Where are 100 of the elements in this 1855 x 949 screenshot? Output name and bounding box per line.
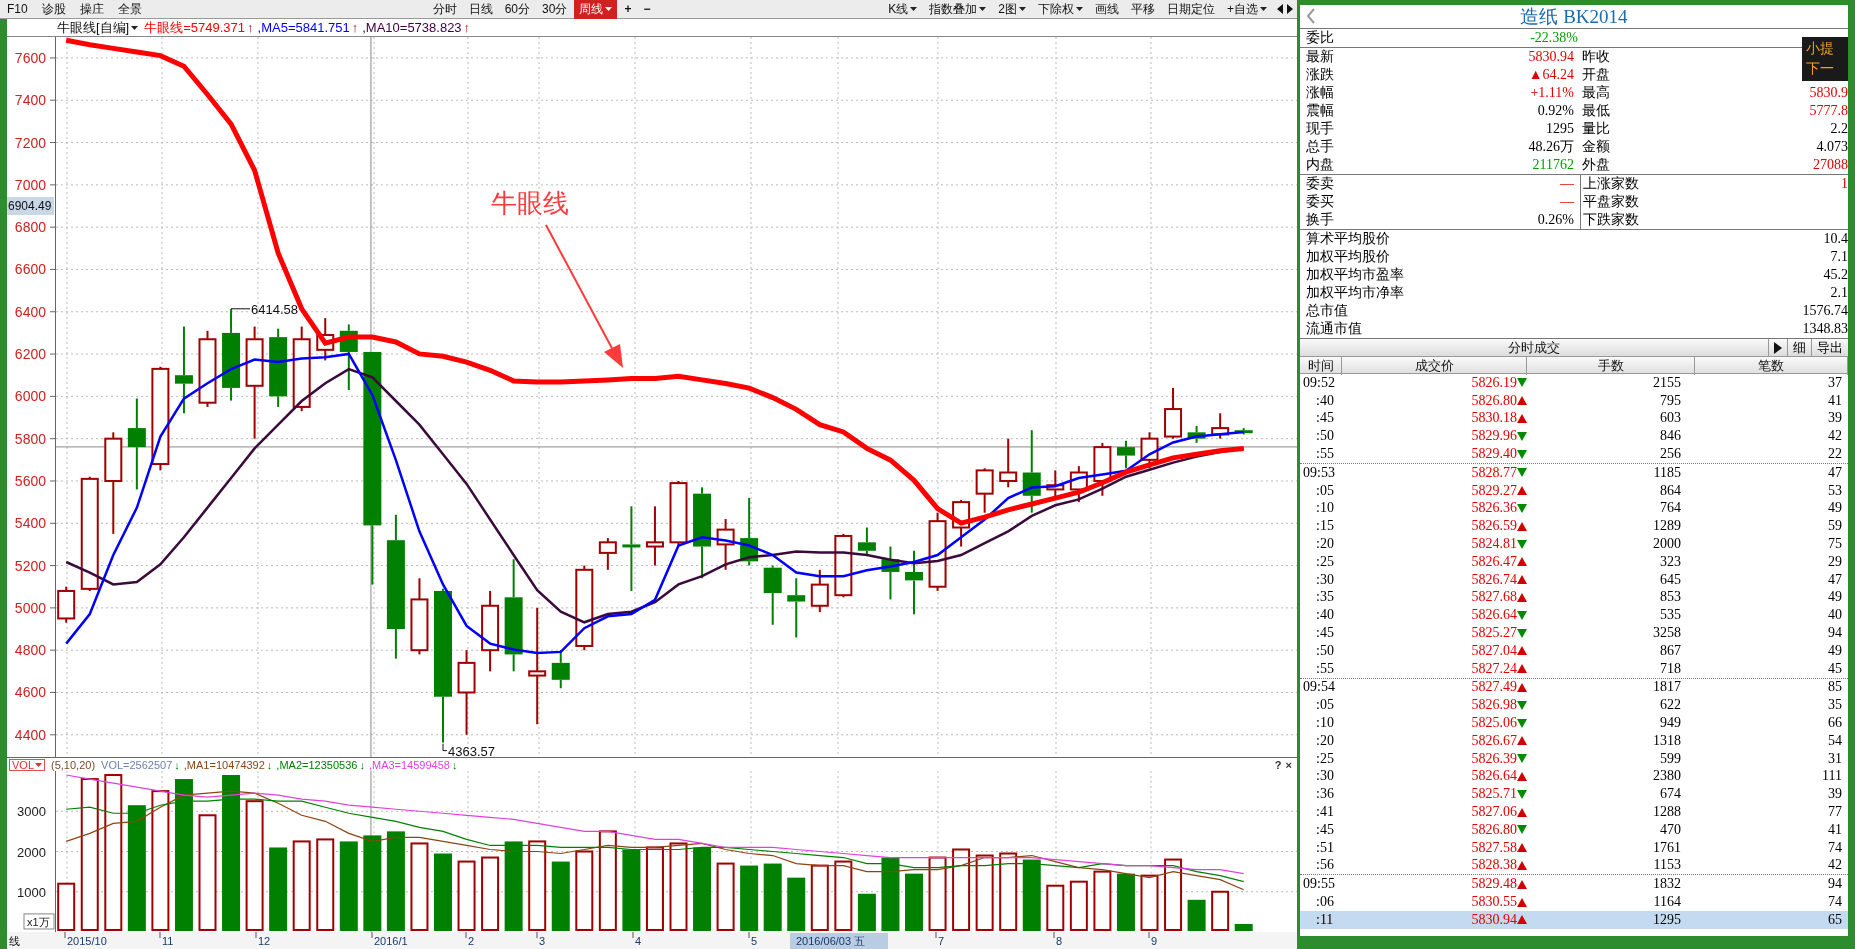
close-button[interactable]: × — [1284, 758, 1293, 771]
trade-price: 5827.68 — [1471, 589, 1517, 606]
quote-value: 1295 — [1546, 121, 1574, 137]
trade-row[interactable]: :55 5827.24 718 45 — [1300, 659, 1848, 678]
stat-label: 加权平均市盈率 — [1306, 266, 1404, 284]
trade-row[interactable]: :25 5826.47 323 29 — [1300, 552, 1848, 571]
trade-volume: 256 — [1659, 446, 1682, 463]
toolbar-button[interactable]: 指数叠加 — [924, 0, 992, 19]
trade-row[interactable]: :40 5826.64 535 40 — [1300, 606, 1848, 625]
trade-row[interactable]: :51 5827.58 1761 74 — [1300, 838, 1848, 857]
trade-row[interactable]: :45 5825.27 3258 94 — [1300, 624, 1848, 642]
help-button[interactable]: ? — [1273, 758, 1283, 771]
toolbar-button[interactable]: 画线 — [1090, 0, 1124, 19]
trade-row[interactable]: :10 5825.06 949 66 — [1300, 714, 1848, 732]
quote-label: 上涨家数 — [1583, 175, 1639, 193]
toolbar-button[interactable]: 日期定位 — [1162, 0, 1220, 19]
trade-row[interactable]: :20 5824.81 2000 75 — [1300, 535, 1848, 553]
toolbar-button[interactable]: 2图 — [993, 0, 1031, 19]
trade-row[interactable]: :11 5830.94 1295 65 — [1300, 910, 1848, 929]
scroll-arrows-icon[interactable] — [1277, 4, 1293, 14]
zoom-button[interactable]: − — [638, 1, 656, 17]
trade-row[interactable]: :56 5828.38 1153 42 — [1300, 856, 1848, 875]
trade-row[interactable]: 09:53 5828.77 1185 47 — [1300, 464, 1848, 482]
trade-time: :45 — [1315, 821, 1335, 838]
trade-row[interactable]: :06 5830.55 1164 74 — [1300, 893, 1848, 911]
quote-label: 金额 — [1582, 138, 1610, 156]
menu-item[interactable]: 诊股 — [34, 0, 73, 18]
trade-row[interactable]: :50 5829.96 846 42 — [1300, 427, 1848, 446]
trade-row[interactable]: :45 5830.18 603 39 — [1300, 409, 1848, 428]
trade-row[interactable]: :40 5826.80 795 41 — [1300, 391, 1848, 410]
previous-button[interactable] — [1306, 8, 1316, 24]
indicator-selector[interactable]: 牛眼线[自编] — [55, 18, 145, 37]
menu-item[interactable]: 全景 — [110, 0, 149, 18]
trade-price: 5827.24 — [1471, 660, 1517, 677]
toolbar-button[interactable]: 下除权 — [1033, 0, 1088, 19]
trade-time: 09:55 — [1302, 876, 1336, 893]
quote-label: 总手 — [1306, 138, 1334, 156]
trade-count: 40 — [1827, 607, 1843, 624]
date-cursor-label: 2016/06/03 五 — [790, 933, 888, 949]
indicator-value: ,MA10=5738.823 — [362, 20, 463, 35]
trade-time: :51 — [1315, 839, 1335, 856]
trade-price: 5826.98 — [1471, 697, 1517, 714]
menu-item[interactable]: 操庄 — [72, 0, 111, 18]
trade-count: 35 — [1827, 697, 1843, 714]
trade-row[interactable]: :36 5825.71 674 39 — [1300, 785, 1848, 804]
trade-row[interactable]: :05 5826.98 622 35 — [1300, 696, 1848, 715]
trade-volume: 1295 — [1652, 911, 1682, 928]
trade-row[interactable]: :50 5827.04 867 49 — [1300, 641, 1848, 660]
trade-row[interactable]: :15 5826.59 1289 59 — [1300, 517, 1848, 536]
toolbar-button[interactable]: +自选 — [1222, 0, 1272, 19]
trade-row[interactable]: :30 5826.64 2380 111 — [1300, 767, 1848, 786]
quote-value: 5830.9 — [1809, 85, 1848, 101]
period-tab[interactable]: 60分 — [499, 0, 536, 19]
trade-row[interactable]: :20 5826.67 1318 54 — [1300, 731, 1848, 750]
trade-volume: 1288 — [1652, 804, 1682, 820]
indicator-selector[interactable]: VOL — [9, 758, 45, 771]
trades-button[interactable]: 导出 — [1811, 339, 1848, 356]
trade-price: 5826.59 — [1471, 518, 1517, 535]
trade-row[interactable]: 09:54 5827.49 1817 85 — [1300, 678, 1848, 697]
trade-time: :20 — [1315, 536, 1335, 553]
trade-row[interactable]: :10 5826.36 764 49 — [1300, 499, 1848, 518]
trade-row[interactable]: :05 5829.27 864 53 — [1300, 481, 1848, 500]
zoom-button[interactable]: + — [619, 1, 637, 17]
trade-count: 85 — [1827, 679, 1843, 696]
trade-row[interactable]: 09:52 5826.19 2155 37 — [1300, 374, 1848, 392]
trade-time: :45 — [1315, 625, 1335, 642]
trade-volume: 2000 — [1652, 536, 1682, 553]
stat-value: 1576.74 — [1802, 303, 1848, 319]
price-axis-label: 6600 — [14, 261, 46, 278]
price-axis-label: 5200 — [14, 557, 46, 574]
trade-row[interactable]: :30 5826.74 645 47 — [1300, 570, 1848, 589]
trade-row[interactable]: :45 5826.80 470 41 — [1300, 820, 1848, 839]
trade-price: 5829.48 — [1471, 876, 1517, 893]
trade-row[interactable]: 09:55 5829.48 1832 94 — [1300, 875, 1848, 894]
menu-item[interactable]: F10 — [0, 2, 35, 16]
trade-price: 5826.64 — [1471, 768, 1517, 785]
hint-text: 下一 — [1806, 60, 1835, 78]
trade-volume: 864 — [1659, 482, 1682, 499]
trade-row[interactable]: :55 5829.40 256 22 — [1300, 445, 1848, 463]
quote-label: 委买 — [1306, 193, 1334, 211]
period-tab[interactable]: 30分 — [537, 0, 573, 19]
trade-time: :41 — [1315, 804, 1335, 820]
toolbar-button[interactable]: K线 — [883, 0, 923, 19]
trade-row[interactable]: :41 5827.06 1288 77 — [1300, 803, 1848, 821]
trade-volume: 764 — [1659, 500, 1682, 517]
candlestick — [1140, 431, 1159, 470]
period-tab[interactable]: 周线 — [574, 0, 618, 19]
date-axis-label: 7 — [938, 935, 945, 947]
candlestick — [716, 518, 735, 571]
candlestick — [952, 499, 971, 548]
trades-button[interactable]: 细 — [1787, 339, 1811, 356]
trade-count: 39 — [1827, 786, 1843, 803]
indicator-value: 牛眼线=5749.371 — [144, 18, 247, 37]
trade-row[interactable]: :25 5826.39 599 31 — [1300, 749, 1848, 768]
period-tab[interactable]: 分时 — [427, 0, 462, 19]
quote-label: 最低 — [1582, 102, 1610, 120]
period-tab[interactable]: 日线 — [463, 0, 498, 19]
trade-row[interactable]: :35 5827.68 853 49 — [1300, 588, 1848, 607]
trade-count: 65 — [1827, 911, 1843, 928]
toolbar-button[interactable]: 平移 — [1126, 0, 1160, 19]
